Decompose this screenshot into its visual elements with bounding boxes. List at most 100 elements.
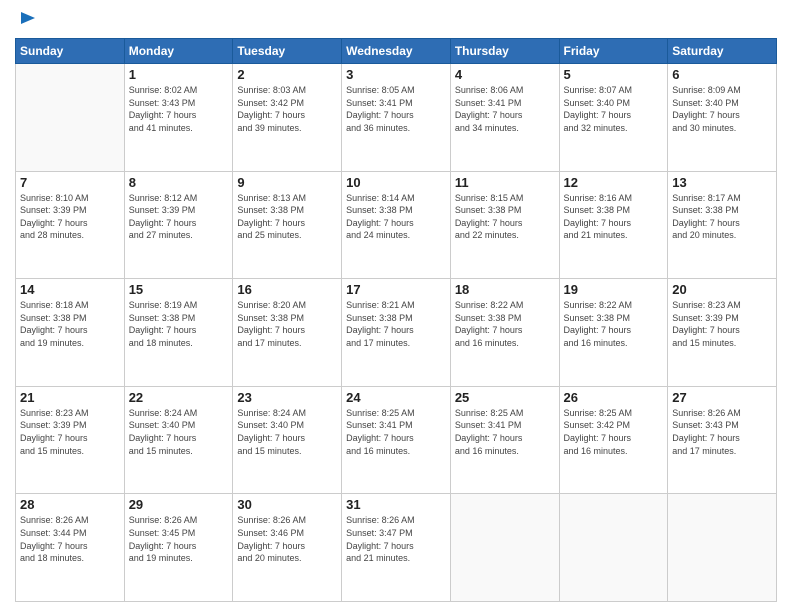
calendar-cell: 25 Sunrise: 8:25 AM Sunset: 3:41 PM Dayli… (450, 386, 559, 494)
calendar-cell: 9 Sunrise: 8:13 AM Sunset: 3:38 PM Daylig… (233, 171, 342, 279)
calendar-day-header: Sunday (16, 39, 125, 64)
calendar-cell: 4 Sunrise: 8:06 AM Sunset: 3:41 PM Daylig… (450, 64, 559, 172)
calendar-header-row: SundayMondayTuesdayWednesdayThursdayFrid… (16, 39, 777, 64)
day-number: 24 (346, 390, 446, 405)
calendar-cell: 2 Sunrise: 8:03 AM Sunset: 3:42 PM Daylig… (233, 64, 342, 172)
calendar-cell (668, 494, 777, 602)
calendar-cell: 1Sunrise: 8:02 AM Sunset: 3:43 PM Daylig… (124, 64, 233, 172)
day-number: 23 (237, 390, 337, 405)
day-info: Sunrise: 8:17 AM Sunset: 3:38 PM Dayligh… (672, 192, 772, 242)
day-info: Sunrise: 8:09 AM Sunset: 3:40 PM Dayligh… (672, 84, 772, 134)
day-info: Sunrise: 8:21 AM Sunset: 3:38 PM Dayligh… (346, 299, 446, 349)
calendar-cell: 21 Sunrise: 8:23 AM Sunset: 3:39 PM Dayli… (16, 386, 125, 494)
day-info: Sunrise: 8:25 AM Sunset: 3:41 PM Dayligh… (346, 407, 446, 457)
day-number: 9 (237, 175, 337, 190)
calendar-cell: 16Sunrise: 8:20 AM Sunset: 3:38 PM Dayli… (233, 279, 342, 387)
calendar-cell: 7 Sunrise: 8:10 AM Sunset: 3:39 PM Daylig… (16, 171, 125, 279)
day-number: 2 (237, 67, 337, 82)
day-info: Sunrise: 8:22 AM Sunset: 3:38 PM Dayligh… (564, 299, 664, 349)
day-info: Sunrise: 8:25 AM Sunset: 3:41 PM Dayligh… (455, 407, 555, 457)
day-number: 8 (129, 175, 229, 190)
day-number: 12 (564, 175, 664, 190)
day-info: Sunrise: 8:16 AM Sunset: 3:38 PM Dayligh… (564, 192, 664, 242)
calendar-table: SundayMondayTuesdayWednesdayThursdayFrid… (15, 38, 777, 602)
day-info: Sunrise: 8:05 AM Sunset: 3:41 PM Dayligh… (346, 84, 446, 134)
calendar-week-row: 14Sunrise: 8:18 AM Sunset: 3:38 PM Dayli… (16, 279, 777, 387)
calendar-day-header: Friday (559, 39, 668, 64)
day-number: 17 (346, 282, 446, 297)
logo-flag-icon (17, 10, 37, 30)
day-info: Sunrise: 8:26 AM Sunset: 3:46 PM Dayligh… (237, 514, 337, 564)
day-number: 20 (672, 282, 772, 297)
day-info: Sunrise: 8:06 AM Sunset: 3:41 PM Dayligh… (455, 84, 555, 134)
calendar-cell: 6 Sunrise: 8:09 AM Sunset: 3:40 PM Daylig… (668, 64, 777, 172)
day-info: Sunrise: 8:20 AM Sunset: 3:38 PM Dayligh… (237, 299, 337, 349)
day-number: 21 (20, 390, 120, 405)
day-info: Sunrise: 8:23 AM Sunset: 3:39 PM Dayligh… (672, 299, 772, 349)
calendar-day-header: Tuesday (233, 39, 342, 64)
day-info: Sunrise: 8:03 AM Sunset: 3:42 PM Dayligh… (237, 84, 337, 134)
day-number: 13 (672, 175, 772, 190)
calendar-cell: 12 Sunrise: 8:16 AM Sunset: 3:38 PM Dayli… (559, 171, 668, 279)
calendar-cell: 20 Sunrise: 8:23 AM Sunset: 3:39 PM Dayli… (668, 279, 777, 387)
calendar-cell: 30Sunrise: 8:26 AM Sunset: 3:46 PM Dayli… (233, 494, 342, 602)
day-number: 11 (455, 175, 555, 190)
calendar-cell: 5Sunrise: 8:07 AM Sunset: 3:40 PM Daylig… (559, 64, 668, 172)
day-number: 19 (564, 282, 664, 297)
day-number: 26 (564, 390, 664, 405)
day-info: Sunrise: 8:25 AM Sunset: 3:42 PM Dayligh… (564, 407, 664, 457)
day-info: Sunrise: 8:23 AM Sunset: 3:39 PM Dayligh… (20, 407, 120, 457)
day-number: 7 (20, 175, 120, 190)
day-info: Sunrise: 8:22 AM Sunset: 3:38 PM Dayligh… (455, 299, 555, 349)
calendar-day-header: Thursday (450, 39, 559, 64)
day-info: Sunrise: 8:02 AM Sunset: 3:43 PM Dayligh… (129, 84, 229, 134)
day-info: Sunrise: 8:10 AM Sunset: 3:39 PM Dayligh… (20, 192, 120, 242)
calendar-cell: 8Sunrise: 8:12 AM Sunset: 3:39 PM Daylig… (124, 171, 233, 279)
day-number: 31 (346, 497, 446, 512)
day-info: Sunrise: 8:15 AM Sunset: 3:38 PM Dayligh… (455, 192, 555, 242)
calendar-cell (16, 64, 125, 172)
day-number: 10 (346, 175, 446, 190)
calendar-week-row: 7 Sunrise: 8:10 AM Sunset: 3:39 PM Daylig… (16, 171, 777, 279)
day-number: 18 (455, 282, 555, 297)
calendar-cell: 11 Sunrise: 8:15 AM Sunset: 3:38 PM Dayli… (450, 171, 559, 279)
calendar-day-header: Wednesday (342, 39, 451, 64)
calendar-cell: 18 Sunrise: 8:22 AM Sunset: 3:38 PM Dayli… (450, 279, 559, 387)
day-info: Sunrise: 8:13 AM Sunset: 3:38 PM Dayligh… (237, 192, 337, 242)
calendar-cell: 23 Sunrise: 8:24 AM Sunset: 3:40 PM Dayli… (233, 386, 342, 494)
day-info: Sunrise: 8:26 AM Sunset: 3:43 PM Dayligh… (672, 407, 772, 457)
calendar-cell: 19 Sunrise: 8:22 AM Sunset: 3:38 PM Dayli… (559, 279, 668, 387)
day-info: Sunrise: 8:18 AM Sunset: 3:38 PM Dayligh… (20, 299, 120, 349)
calendar-cell: 3Sunrise: 8:05 AM Sunset: 3:41 PM Daylig… (342, 64, 451, 172)
day-number: 5 (564, 67, 664, 82)
page: SundayMondayTuesdayWednesdayThursdayFrid… (0, 0, 792, 612)
calendar-day-header: Monday (124, 39, 233, 64)
day-number: 22 (129, 390, 229, 405)
calendar-cell: 10 Sunrise: 8:14 AM Sunset: 3:38 PM Dayli… (342, 171, 451, 279)
calendar-cell (450, 494, 559, 602)
day-info: Sunrise: 8:24 AM Sunset: 3:40 PM Dayligh… (237, 407, 337, 457)
calendar-cell: 29Sunrise: 8:26 AM Sunset: 3:45 PM Dayli… (124, 494, 233, 602)
calendar-day-header: Saturday (668, 39, 777, 64)
calendar-cell: 13 Sunrise: 8:17 AM Sunset: 3:38 PM Dayli… (668, 171, 777, 279)
day-info: Sunrise: 8:14 AM Sunset: 3:38 PM Dayligh… (346, 192, 446, 242)
calendar-cell: 17 Sunrise: 8:21 AM Sunset: 3:38 PM Dayli… (342, 279, 451, 387)
calendar-cell: 14Sunrise: 8:18 AM Sunset: 3:38 PM Dayli… (16, 279, 125, 387)
day-info: Sunrise: 8:26 AM Sunset: 3:44 PM Dayligh… (20, 514, 120, 564)
calendar-cell: 24 Sunrise: 8:25 AM Sunset: 3:41 PM Dayli… (342, 386, 451, 494)
day-number: 6 (672, 67, 772, 82)
day-number: 25 (455, 390, 555, 405)
day-number: 28 (20, 497, 120, 512)
day-info: Sunrise: 8:26 AM Sunset: 3:47 PM Dayligh… (346, 514, 446, 564)
calendar-cell: 27Sunrise: 8:26 AM Sunset: 3:43 PM Dayli… (668, 386, 777, 494)
day-info: Sunrise: 8:24 AM Sunset: 3:40 PM Dayligh… (129, 407, 229, 457)
calendar-cell: 28 Sunrise: 8:26 AM Sunset: 3:44 PM Dayli… (16, 494, 125, 602)
day-number: 4 (455, 67, 555, 82)
calendar-cell: 31 Sunrise: 8:26 AM Sunset: 3:47 PM Dayli… (342, 494, 451, 602)
calendar-week-row: 1Sunrise: 8:02 AM Sunset: 3:43 PM Daylig… (16, 64, 777, 172)
calendar-cell: 26 Sunrise: 8:25 AM Sunset: 3:42 PM Dayli… (559, 386, 668, 494)
day-number: 15 (129, 282, 229, 297)
calendar-cell: 22 Sunrise: 8:24 AM Sunset: 3:40 PM Dayli… (124, 386, 233, 494)
header (15, 10, 777, 30)
calendar-cell (559, 494, 668, 602)
